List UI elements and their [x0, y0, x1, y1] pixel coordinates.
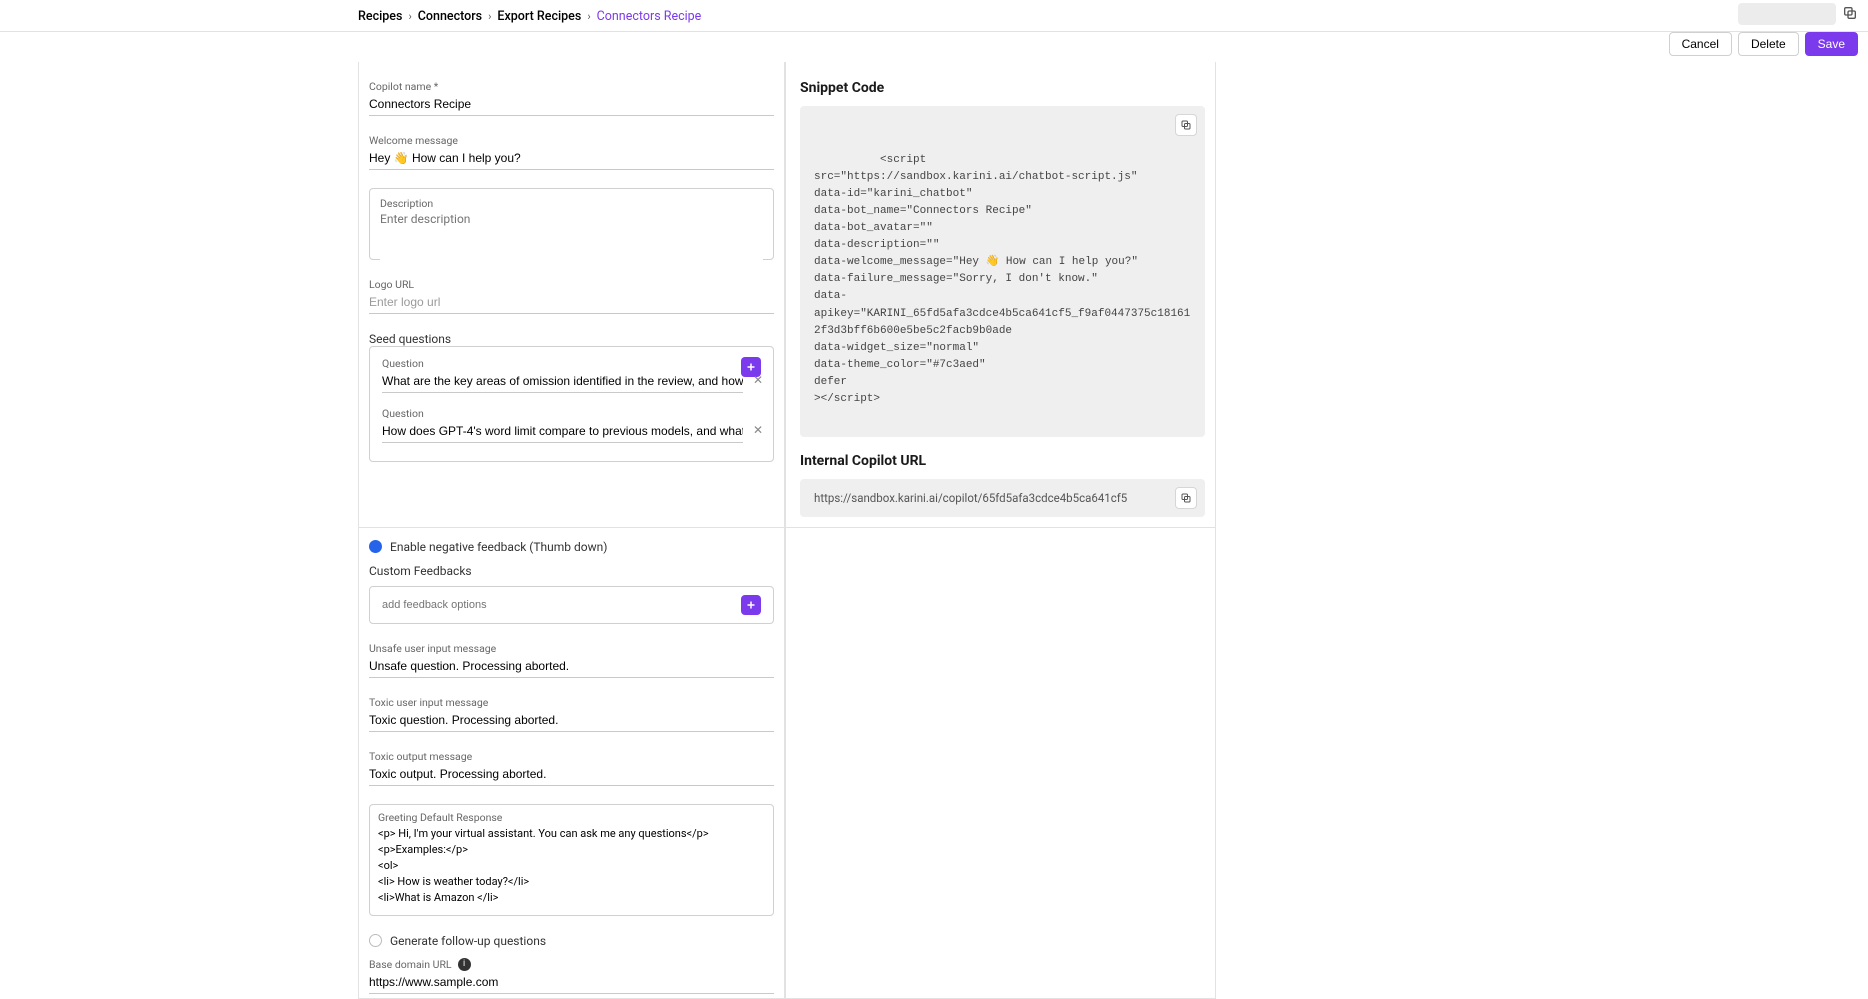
- remove-question-1[interactable]: ✕: [753, 373, 763, 387]
- unsafe-field[interactable]: [369, 657, 774, 678]
- chevron-right-icon: ›: [408, 10, 411, 23]
- question-label: Question: [382, 357, 761, 370]
- search-input[interactable]: [1738, 3, 1836, 25]
- welcome-label: Welcome message: [369, 134, 774, 147]
- followup-label: Generate follow-up questions: [390, 934, 546, 948]
- chevron-right-icon: ›: [488, 10, 491, 23]
- followup-toggle[interactable]: [369, 934, 382, 947]
- greeting-field[interactable]: [378, 826, 765, 904]
- description-field[interactable]: [380, 212, 763, 266]
- negative-feedback-toggle[interactable]: [369, 540, 382, 553]
- copy-icon[interactable]: [1842, 5, 1858, 24]
- base-domain-field[interactable]: [369, 973, 774, 994]
- save-button[interactable]: Save: [1805, 32, 1858, 56]
- welcome-field[interactable]: [369, 149, 774, 170]
- internal-url-text: https://sandbox.karini.ai/copilot/65fd5a…: [814, 491, 1127, 505]
- copy-url-button[interactable]: [1175, 487, 1197, 509]
- copilot-name-label: Copilot name *: [369, 80, 774, 93]
- question-label: Question: [382, 407, 761, 420]
- seed-questions-label: Seed questions: [369, 332, 451, 346]
- toxic-input-field[interactable]: [369, 711, 774, 732]
- negative-feedback-label: Enable negative feedback (Thumb down): [390, 540, 607, 554]
- snippet-code-text: <script src="https://sandbox.karini.ai/c…: [814, 154, 1190, 405]
- snippet-code-title: Snippet Code: [800, 80, 1205, 96]
- breadcrumb-connectors[interactable]: Connectors: [418, 9, 482, 24]
- add-feedback-button[interactable]: [741, 595, 761, 615]
- info-icon[interactable]: i: [458, 958, 471, 971]
- logo-url-label: Logo URL: [369, 278, 774, 291]
- breadcrumb-recipes[interactable]: Recipes: [358, 9, 402, 24]
- cancel-button[interactable]: Cancel: [1669, 32, 1732, 56]
- remove-question-2[interactable]: ✕: [753, 423, 763, 437]
- toxic-input-label: Toxic user input message: [369, 696, 774, 709]
- internal-url-box: https://sandbox.karini.ai/copilot/65fd5a…: [800, 479, 1205, 517]
- greeting-label: Greeting Default Response: [378, 811, 765, 824]
- chevron-right-icon: ›: [587, 10, 590, 23]
- unsafe-label: Unsafe user input message: [369, 642, 774, 655]
- question-1-field[interactable]: [382, 372, 743, 393]
- breadcrumb-current: Connectors Recipe: [597, 9, 702, 24]
- custom-feedback-label: Custom Feedbacks: [369, 564, 774, 578]
- copy-snippet-button[interactable]: [1175, 114, 1197, 136]
- internal-url-title: Internal Copilot URL: [800, 453, 1205, 469]
- base-domain-label: Base domain URL: [369, 958, 452, 971]
- question-2-field[interactable]: [382, 422, 743, 443]
- copilot-name-field[interactable]: [369, 95, 774, 116]
- breadcrumb: Recipes › Connectors › Export Recipes › …: [358, 9, 701, 24]
- snippet-code-box: <script src="https://sandbox.karini.ai/c…: [800, 106, 1205, 437]
- custom-feedback-field[interactable]: [382, 599, 685, 611]
- toxic-output-label: Toxic output message: [369, 750, 774, 763]
- description-label: Description: [380, 197, 763, 210]
- logo-url-field[interactable]: [369, 293, 774, 314]
- toxic-output-field[interactable]: [369, 765, 774, 786]
- breadcrumb-export-recipes[interactable]: Export Recipes: [497, 9, 581, 24]
- delete-button[interactable]: Delete: [1738, 32, 1799, 56]
